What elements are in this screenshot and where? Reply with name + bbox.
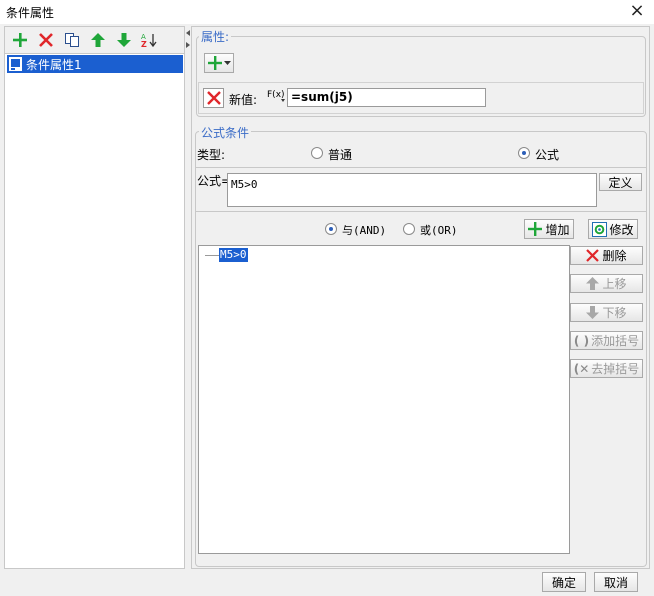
type-formula-radio[interactable] — [518, 147, 530, 159]
add-condition-label: 增加 — [545, 222, 570, 237]
ok-button[interactable]: 确定 — [542, 572, 586, 592]
condition-item-icon — [9, 57, 22, 71]
divider — [196, 167, 646, 168]
type-normal-label[interactable]: 普通 — [328, 146, 352, 163]
delete-icon — [206, 91, 221, 105]
close-icon[interactable]: × — [628, 1, 646, 21]
title-bar: 条件属性 × — [0, 0, 654, 24]
condition-list-item[interactable]: M5>0 — [219, 248, 248, 262]
move-down-icon[interactable] — [115, 31, 133, 49]
divider — [196, 211, 646, 212]
logic-or-radio[interactable] — [403, 223, 415, 235]
modify-condition-label: 修改 — [609, 222, 634, 237]
chevron-down-icon — [223, 60, 231, 65]
condition-list-pane: AZ 条件属性1 — [4, 26, 185, 569]
tree-item-label: 条件属性1 — [26, 57, 82, 72]
type-formula-label[interactable]: 公式 — [535, 146, 559, 163]
add-condition-button[interactable]: 增加 — [524, 219, 574, 239]
condition-detail-pane: 属性: 新值: F(x) =sum(j5) 公式条件 类型: 普通 公式 公式=… — [191, 26, 650, 569]
remove-bracket-icon: (✕ — [573, 361, 590, 376]
move-up-label: 上移 — [602, 277, 627, 291]
modify-condition-button[interactable]: 修改 — [588, 219, 638, 239]
new-value-input[interactable]: =sum(j5) — [287, 88, 486, 107]
formula-label: 公式= — [197, 174, 232, 188]
move-up-button[interactable]: 上移 — [570, 274, 643, 293]
delete-condition-label: 删除 — [602, 249, 627, 263]
tree-item-condition-1[interactable]: 条件属性1 — [7, 55, 183, 73]
logic-and-label[interactable]: 与(AND) — [342, 222, 386, 238]
tree-connector — [205, 255, 219, 256]
remove-bracket-label: 去掉括号 — [591, 362, 640, 376]
arrow-up-icon — [586, 277, 600, 290]
define-button[interactable]: 定义 — [599, 173, 642, 191]
cancel-button[interactable]: 取消 — [594, 572, 638, 592]
delete-condition-button[interactable]: 删除 — [570, 246, 643, 265]
condition-list-box[interactable]: M5>0 — [198, 245, 570, 554]
logic-or-label[interactable]: 或(OR) — [420, 222, 458, 238]
formula-input[interactable]: M5>0 — [227, 173, 597, 207]
move-up-icon[interactable] — [89, 31, 107, 49]
modify-icon — [592, 221, 608, 237]
expand-right-icon[interactable] — [186, 42, 190, 48]
delete-icon — [586, 249, 600, 262]
copy-icon[interactable] — [63, 31, 81, 49]
condition-tree[interactable]: 条件属性1 — [5, 53, 184, 568]
bracket-icon: ( ) — [573, 333, 590, 348]
fx-dropdown-icon[interactable] — [281, 99, 285, 102]
formula-condition-legend: 公式条件 — [199, 124, 252, 141]
remove-bracket-button[interactable]: (✕ 去掉括号 — [570, 359, 643, 378]
add-bracket-label: 添加括号 — [591, 334, 640, 348]
attributes-legend: 属性: — [199, 28, 232, 45]
window-title: 条件属性 — [6, 6, 55, 20]
type-normal-radio[interactable] — [311, 147, 323, 159]
add-icon[interactable] — [11, 31, 29, 49]
add-bracket-button[interactable]: ( ) 添加括号 — [570, 331, 643, 350]
type-label: 类型: — [197, 148, 226, 162]
sort-az-icon[interactable]: AZ — [141, 31, 159, 49]
add-icon — [207, 56, 222, 70]
delete-icon[interactable] — [37, 31, 55, 49]
move-down-button[interactable]: 下移 — [570, 303, 643, 322]
move-down-label: 下移 — [602, 306, 627, 320]
svg-text:Z: Z — [141, 40, 147, 48]
add-attribute-dropdown[interactable] — [204, 53, 234, 73]
new-value-label: 新值: — [229, 93, 258, 107]
collapse-left-icon[interactable] — [186, 30, 190, 36]
arrow-down-icon — [586, 306, 600, 319]
remove-attribute-button[interactable] — [203, 88, 224, 108]
add-icon — [528, 222, 543, 236]
logic-and-radio[interactable] — [325, 223, 337, 235]
